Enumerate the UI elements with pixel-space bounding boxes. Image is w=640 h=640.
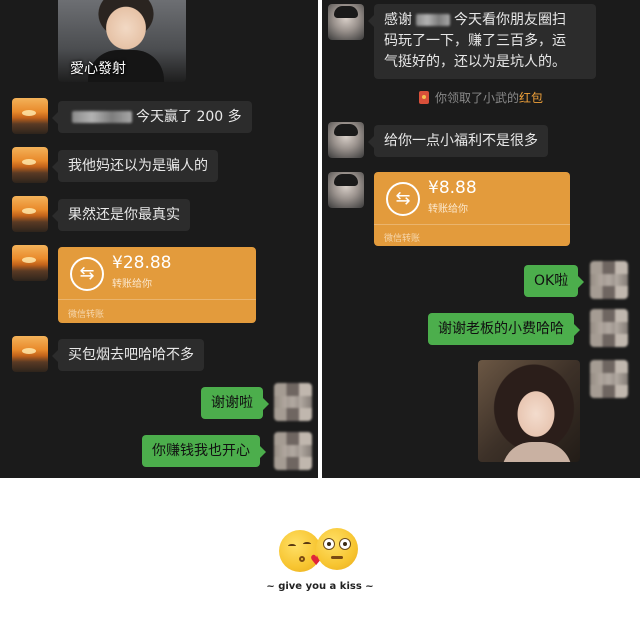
transfer-amount: ¥8.88 (428, 178, 477, 198)
closed-eye (303, 542, 311, 546)
contact-avatar[interactable] (328, 122, 364, 158)
message-text-line2: 码玩了一下，赚了三百多，运 (384, 33, 566, 49)
system-notice-text: 你领取了小武的 (434, 91, 519, 105)
message-bubble-sent[interactable]: 你赚钱我也开心 (142, 435, 266, 467)
self-avatar-blurred[interactable] (274, 432, 312, 470)
self-avatar-blurred[interactable] (590, 261, 628, 299)
message-text: 谢谢啦 (211, 395, 253, 411)
redacted-name (72, 111, 132, 123)
flushed-face-icon (316, 528, 358, 570)
self-avatar-blurred[interactable] (274, 383, 312, 421)
contact-avatar[interactable] (328, 4, 364, 40)
message-text: 今天赢了 200 多 (136, 109, 242, 125)
message-text: 买包烟去吧哈哈不多 (68, 347, 194, 363)
transfer-amount: ¥28.88 (112, 253, 172, 273)
message-bubble-received[interactable]: 给你一点小福利不是很多 (368, 125, 548, 157)
transfer-subtitle: 转账给你 (428, 204, 468, 215)
transfer-arrows-icon: ⇆ (70, 257, 104, 291)
photo-caption: 愛心發射 (70, 61, 126, 77)
red-packet-icon (418, 91, 429, 104)
message-text-line3: 气挺好的，还以为是坑人的。 (384, 54, 566, 70)
message-bubble-received[interactable]: 我他妈还以为是骗人的 (52, 150, 218, 182)
footer-caption: ~ give you a kiss ~ (266, 581, 374, 592)
kissing-face-icon: ♥ (279, 530, 323, 572)
footer-area: ♥ ~ give you a kiss ~ (0, 478, 640, 640)
message-text-lead: 感谢 (384, 12, 412, 28)
shared-photo-heart[interactable]: 愛心發射 (58, 0, 186, 82)
transfer-divider (374, 224, 570, 225)
contact-avatar[interactable] (328, 172, 364, 208)
shared-selfie-photo[interactable] (478, 360, 580, 462)
red-packet-link[interactable]: 红包 (519, 91, 543, 105)
contact-avatar[interactable] (12, 245, 48, 281)
contact-avatar[interactable] (12, 336, 48, 372)
photo-figure (502, 442, 572, 462)
message-bubble-received[interactable]: 买包烟去吧哈哈不多 (52, 339, 204, 371)
wide-eye (323, 538, 335, 550)
transfer-footer: 微信转账 (68, 310, 105, 320)
contact-avatar[interactable] (12, 98, 48, 134)
message-text: 谢谢老板的小费哈哈 (438, 321, 564, 337)
message-text: 你赚钱我也开心 (152, 443, 250, 459)
closed-eye (288, 544, 296, 548)
message-text: OK啦 (534, 273, 569, 289)
message-bubble-received[interactable]: 果然还是你最真实 (52, 199, 190, 231)
transfer-card[interactable]: ⇆ ¥28.88 转账给你 微信转账 (58, 247, 256, 323)
contact-avatar[interactable] (12, 147, 48, 183)
message-text: 果然还是你最真实 (68, 207, 180, 223)
self-avatar-blurred[interactable] (590, 360, 628, 398)
redacted-name (416, 14, 450, 26)
contact-avatar[interactable] (12, 196, 48, 232)
kiss-mouth (299, 556, 305, 562)
message-bubble-sent[interactable]: 谢谢啦 (201, 387, 269, 419)
transfer-arrows-icon: ⇆ (386, 182, 420, 216)
system-notice-red-packet: 你领取了小武的红包 (322, 89, 640, 106)
message-bubble-sent[interactable]: OK啦 (524, 265, 585, 297)
right-chat-screenshot: 感谢 今天看你朋友圈扫 码玩了一下，赚了三百多，运 气挺好的，还以为是坑人的。 你… (322, 0, 640, 478)
wide-eye (339, 538, 351, 550)
transfer-footer: 微信转账 (384, 234, 421, 244)
message-text-line1: 今天看你朋友圈扫 (454, 12, 566, 28)
message-text: 给你一点小福利不是很多 (384, 133, 538, 149)
transfer-subtitle: 转账给你 (112, 279, 152, 290)
message-bubble-received[interactable]: 感谢 今天看你朋友圈扫 码玩了一下，赚了三百多，运 气挺好的，还以为是坑人的。 (368, 4, 596, 79)
message-text: 我他妈还以为是骗人的 (68, 158, 208, 174)
message-bubble-received[interactable]: 今天赢了 200 多 (52, 101, 252, 133)
self-avatar-blurred[interactable] (590, 309, 628, 347)
message-bubble-sent[interactable]: 谢谢老板的小费哈哈 (428, 313, 580, 345)
transfer-card[interactable]: ⇆ ¥8.88 转账给你 微信转账 (374, 172, 570, 246)
flat-mouth (331, 556, 343, 559)
transfer-divider (58, 299, 256, 300)
left-chat-screenshot: 愛心發射 今天赢了 200 多 我他妈还以为是骗人的 果然还是你最真实 ⇆ ¥2… (0, 0, 318, 478)
